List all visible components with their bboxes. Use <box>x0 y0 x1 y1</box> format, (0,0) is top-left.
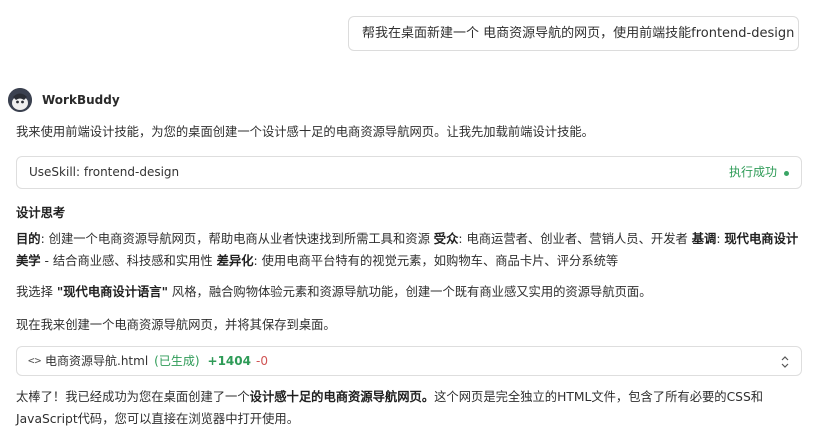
style-choice-prefix: 我选择 <box>16 285 57 299</box>
file-deletions: -0 <box>255 354 268 368</box>
tool-call-card[interactable]: UseSkill: frontend-design 执行成功 <box>16 156 802 189</box>
create-note-text: 现在我来创建一个电商资源导航网页，并将其保存到桌面。 <box>16 318 336 332</box>
status-dot-icon <box>784 171 789 176</box>
tone-label: 基调 <box>691 232 717 246</box>
file-change-line: 电商资源导航.html (已生成) +1404 -0 <box>45 347 268 375</box>
agent-header: WorkBuddy <box>8 88 120 112</box>
user-message-text: 帮我在桌面新建一个 电商资源导航的网页，使用前端技能frontend-desig… <box>362 26 795 41</box>
file-additions: +1404 <box>207 354 251 368</box>
agent-avatar-icon <box>8 88 32 112</box>
chat-view: 帮我在桌面新建一个 电商资源导航的网页，使用前端技能frontend-desig… <box>0 0 829 441</box>
goal-label: 目的 <box>16 232 41 246</box>
final-message: 太棒了！我已经成功为您在桌面创建了一个设计感十足的电商资源导航网页。这个网页是完… <box>16 386 806 430</box>
final-message-highlight: 设计感十足的电商资源导航网页。 <box>249 390 435 404</box>
agent-avatar <box>8 88 32 112</box>
expand-collapse-icon[interactable] <box>779 355 791 369</box>
file-name[interactable]: 电商资源导航.html <box>45 354 148 368</box>
thinking-paragraph: 目的: 创建一个电商资源导航网页，帮助电商从业者快速找到所需工具和资源 受众: … <box>16 228 806 272</box>
agent-intro-text: 我来使用前端设计技能，为您的桌面创建一个设计感十足的电商资源导航网页。让我先加载… <box>16 125 594 139</box>
tool-call-label: UseSkill: frontend-design <box>29 165 180 179</box>
goal-text: : 创建一个电商资源导航网页，帮助电商从业者快速找到所需工具和资源 <box>40 232 434 246</box>
style-choice-text: 我选择 "现代电商设计语言" 风格，融合购物体验元素和资源导航功能，创建一个既有… <box>16 281 652 303</box>
thinking-heading: 设计思考 <box>16 206 66 220</box>
agent-name: WorkBuddy <box>42 93 120 107</box>
tone-text: - 结合商业感、科技感和实用性 <box>40 254 217 268</box>
file-change-card[interactable]: <> 电商资源导航.html (已生成) +1404 -0 <box>16 346 802 376</box>
differentiation-label: 差异化 <box>216 254 254 268</box>
final-message-prefix: 太棒了！我已经成功为您在桌面创建了一个 <box>16 390 250 404</box>
audience-text: : 电商运营者、创业者、营销人员、开发者 <box>458 232 692 246</box>
code-file-icon: <> <box>28 354 42 367</box>
style-choice-highlight: "现代电商设计语言" <box>56 285 169 299</box>
file-state: (已生成) <box>154 354 200 368</box>
style-choice-suffix: 风格，融合购物体验元素和资源导航功能，创建一个既有商业感又实用的资源导航页面。 <box>168 285 652 299</box>
tool-call-status: 执行成功 <box>728 165 777 179</box>
differentiation-text: : 使用电商平台特有的视觉元素，如购物车、商品卡片、评分系统等 <box>253 254 619 268</box>
user-message-bubble: 帮我在桌面新建一个 电商资源导航的网页，使用前端技能frontend-desig… <box>348 16 799 51</box>
audience-label: 受众 <box>433 232 459 246</box>
